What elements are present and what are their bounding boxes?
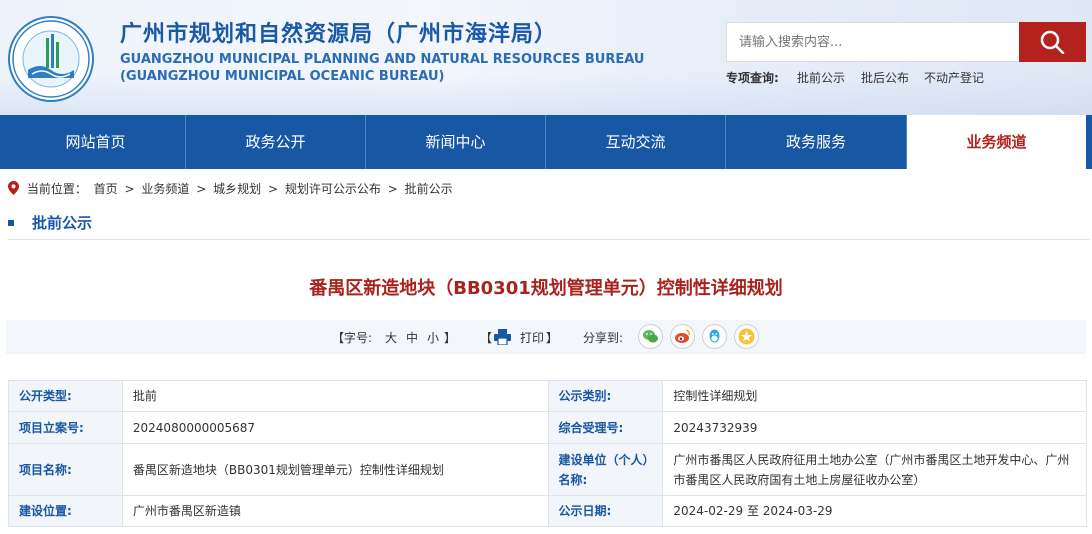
location-label: 建设位置: (8, 495, 123, 527)
qq-icon[interactable] (702, 324, 727, 349)
section-marker-icon (8, 220, 14, 226)
bureau-seal-icon[interactable] (8, 16, 94, 102)
qzone-icon[interactable] (734, 324, 759, 349)
search-input[interactable] (726, 22, 1020, 62)
print-button[interactable]: 打印 (520, 329, 544, 346)
breadcrumb-separator: > (196, 182, 207, 196)
nav-item-services[interactable]: 政务服务 (726, 115, 907, 169)
bureau-seal-graphic (12, 20, 90, 98)
breadcrumb-business[interactable]: 业务频道 (141, 182, 189, 196)
article-title: 番禺区新造地块（BB0301规划管理单元）控制性详细规划 (309, 278, 783, 299)
share-label: 分享到: (583, 331, 624, 345)
project-name-label: 项目名称: (8, 443, 123, 496)
site-title: 广州市规划和自然资源局（广州市海洋局） (120, 22, 558, 47)
font-size-close: 】 (444, 331, 457, 345)
font-size-label: 【字号: (332, 331, 373, 345)
section-header: 批前公示 (8, 208, 1090, 240)
notice-category-value: 控制性详细规划 (662, 380, 1087, 412)
nav-item-business[interactable]: 业务频道 (907, 115, 1086, 169)
search-button[interactable] (1019, 22, 1086, 62)
breadcrumb-urban-planning[interactable]: 城乡规划 (213, 182, 261, 196)
wechat-icon[interactable] (638, 324, 663, 349)
font-medium-button[interactable]: 中 (406, 329, 418, 346)
search-icon (1040, 30, 1065, 54)
project-info-table: 公开类型: 批前 公示类别: 控制性详细规划 项目立案号: 2024080000… (8, 380, 1087, 527)
qq-glyph (709, 329, 720, 343)
acceptance-no-label: 综合受理号: (547, 411, 664, 444)
location-pin-icon (8, 181, 19, 195)
disclosure-type-label: 公开类型: (8, 380, 123, 412)
font-small-button[interactable]: 小 (427, 329, 439, 346)
location-value: 广州市番禺区新造镇 (121, 495, 549, 527)
quick-link-pre-approval[interactable]: 批前公示 (797, 69, 845, 86)
nav-item-news[interactable]: 新闻中心 (366, 115, 546, 169)
wechat-glyph (643, 330, 658, 343)
site-subtitle-en: (GUANGZHOU MUNICIPAL OCEANIC BUREAU) (120, 69, 445, 84)
site-title-en: GUANGZHOU MUNICIPAL PLANNING AND NATURAL… (120, 52, 645, 67)
section-title: 批前公示 (32, 214, 93, 232)
nav-item-interaction[interactable]: 互动交流 (546, 115, 726, 169)
breadcrumb-separator: > (267, 182, 279, 196)
quick-link-post-approval[interactable]: 批后公布 (861, 69, 909, 86)
nav-item-gov-info[interactable]: 政务公开 (186, 115, 366, 169)
weibo-icon[interactable] (670, 324, 695, 349)
main-nav: 网站首页 政务公开 新闻中心 互动交流 政务服务 业务频道 (0, 115, 1092, 169)
qzone-glyph (738, 328, 755, 345)
notice-category-label: 公示类别: (547, 380, 664, 412)
notice-date-label: 公示日期: (547, 495, 664, 527)
breadcrumb-pre-approval[interactable]: 批前公示 (405, 182, 453, 196)
project-name-value: 番禺区新造地块（BB0301规划管理单元）控制性详细规划 (121, 443, 549, 496)
breadcrumb-permit-notice[interactable]: 规划许可公示公布 (285, 182, 381, 196)
breadcrumb: 当前位置： 首页 > 业务频道 > 城乡规划 > 规划许可公示公布 > 批前公示 (8, 180, 456, 197)
article-toolbar: 【字号: 大 中 小 】 【 打印 】 分享到: (6, 320, 1086, 354)
project-case-no-label: 项目立案号: (8, 411, 123, 444)
quick-search-label: 专项查询: (726, 71, 779, 85)
table-row: 项目名称: 番禺区新造地块（BB0301规划管理单元）控制性详细规划 建设单位（… (8, 443, 1087, 496)
site-header: 广州市规划和自然资源局（广州市海洋局） GUANGZHOU MUNICIPAL … (0, 0, 1092, 115)
weibo-glyph (675, 329, 690, 343)
acceptance-no-value: 20243732939 (662, 411, 1087, 444)
print-bracket-open: 【 (480, 331, 493, 345)
breadcrumb-separator: > (387, 182, 398, 196)
table-row: 建设位置: 广州市番禺区新造镇 公示日期: 2024-02-29 至 2024-… (8, 495, 1087, 527)
breadcrumb-home[interactable]: 首页 (94, 182, 118, 196)
print-bracket-close: 】 (546, 331, 559, 345)
breadcrumb-prefix: 当前位置： (26, 182, 87, 196)
quick-link-real-estate[interactable]: 不动产登记 (924, 69, 984, 86)
builder-name-value: 广州市番禺区人民政府征用土地办公室（广州市番禺区土地开发中心、广州市番禺区人民政… (662, 443, 1087, 496)
project-case-no-value: 2024080000005687 (121, 411, 549, 444)
builder-name-label: 建设单位（个人）名称: (547, 443, 664, 496)
notice-date-value: 2024-02-29 至 2024-03-29 (662, 495, 1087, 527)
font-large-button[interactable]: 大 (385, 329, 397, 346)
disclosure-type-value: 批前 (121, 380, 549, 412)
table-row: 项目立案号: 2024080000005687 综合受理号: 202437329… (8, 411, 1087, 444)
printer-icon[interactable] (494, 329, 511, 345)
table-row: 公开类型: 批前 公示类别: 控制性详细规划 (8, 380, 1087, 412)
nav-item-home[interactable]: 网站首页 (6, 115, 186, 169)
breadcrumb-separator: > (124, 182, 135, 196)
